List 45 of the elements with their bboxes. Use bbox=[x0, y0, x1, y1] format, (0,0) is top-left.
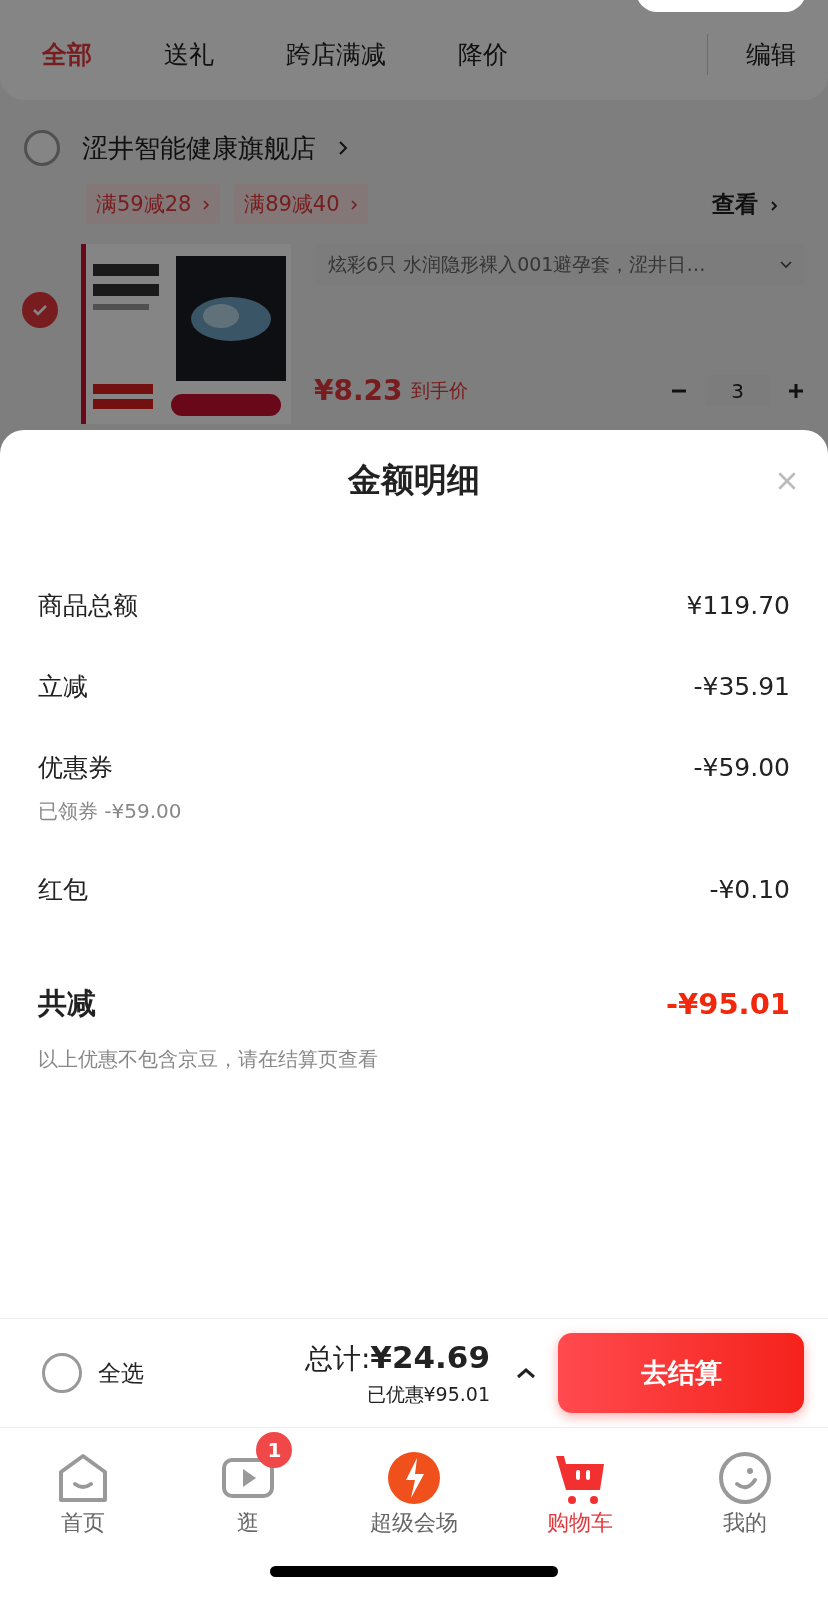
view-link[interactable]: 查看 bbox=[712, 188, 778, 220]
filter-tab[interactable]: 送礼 bbox=[164, 37, 214, 71]
amount-value: -¥59.00 bbox=[693, 753, 790, 782]
amount-label: 立减 bbox=[38, 671, 88, 703]
tab-bar-item[interactable]: 我的 bbox=[662, 1428, 828, 1538]
price-label: 到手价 bbox=[410, 377, 468, 403]
store-checkbox[interactable] bbox=[24, 130, 60, 166]
filter-tab[interactable]: 降价 bbox=[458, 37, 508, 71]
amount-value: -¥0.10 bbox=[709, 875, 790, 904]
lightning-badge-icon bbox=[386, 1450, 442, 1506]
chevron-right-icon bbox=[202, 199, 211, 211]
store-name[interactable]: 涩井智能健康旗舰店 bbox=[82, 130, 316, 166]
close-icon[interactable] bbox=[776, 470, 798, 492]
chevron-down-icon bbox=[780, 261, 792, 269]
tab-bar-item[interactable]: 超级会场 bbox=[331, 1428, 497, 1538]
tab-bar-item[interactable]: 购物车 bbox=[496, 1428, 663, 1538]
chevron-right-icon bbox=[770, 199, 778, 212]
amount-label: 红包 bbox=[38, 874, 88, 906]
chevron-right-icon bbox=[350, 199, 359, 211]
checkout-button[interactable]: 去结算 bbox=[558, 1333, 804, 1413]
total-discount-value: -¥95.01 bbox=[666, 987, 790, 1021]
amount-value: ¥119.70 bbox=[686, 591, 790, 620]
product-price: ¥8.23 bbox=[314, 374, 403, 407]
filter-tab[interactable]: 跨店满减 bbox=[286, 37, 386, 71]
edit-button[interactable]: 编辑 bbox=[707, 33, 828, 75]
select-all-checkbox[interactable] bbox=[42, 1353, 82, 1393]
tab-bar-item[interactable]: 1 逛 bbox=[165, 1428, 332, 1538]
sheet-title: 金额明细 bbox=[348, 459, 480, 501]
filter-tab[interactable]: 全部 bbox=[42, 37, 92, 71]
amount-label: 优惠券 bbox=[38, 752, 113, 784]
coupon-note: 已领券 -¥59.00 bbox=[38, 798, 183, 825]
amount-value: -¥35.91 bbox=[693, 672, 790, 701]
product-checkbox[interactable] bbox=[22, 292, 58, 328]
smiley-icon bbox=[717, 1450, 774, 1506]
total-price: ¥24.69 bbox=[370, 1338, 490, 1375]
saved-amount: 已优惠¥95.01 bbox=[366, 1381, 490, 1407]
discount-note: 以上优惠不包含京豆，请在结算页查看 bbox=[38, 1046, 379, 1073]
chevron-right-icon bbox=[338, 140, 348, 156]
amount-label: 商品总额 bbox=[38, 590, 138, 622]
select-all-label[interactable]: 全选 bbox=[98, 1357, 144, 1389]
total-discount-label: 共减 bbox=[38, 985, 96, 1022]
total-label: 总计: bbox=[304, 1340, 371, 1377]
caret-up-icon[interactable] bbox=[516, 1367, 536, 1379]
notification-badge: 1 bbox=[256, 1432, 293, 1468]
tab-bar-item[interactable]: 首页 bbox=[0, 1428, 166, 1538]
